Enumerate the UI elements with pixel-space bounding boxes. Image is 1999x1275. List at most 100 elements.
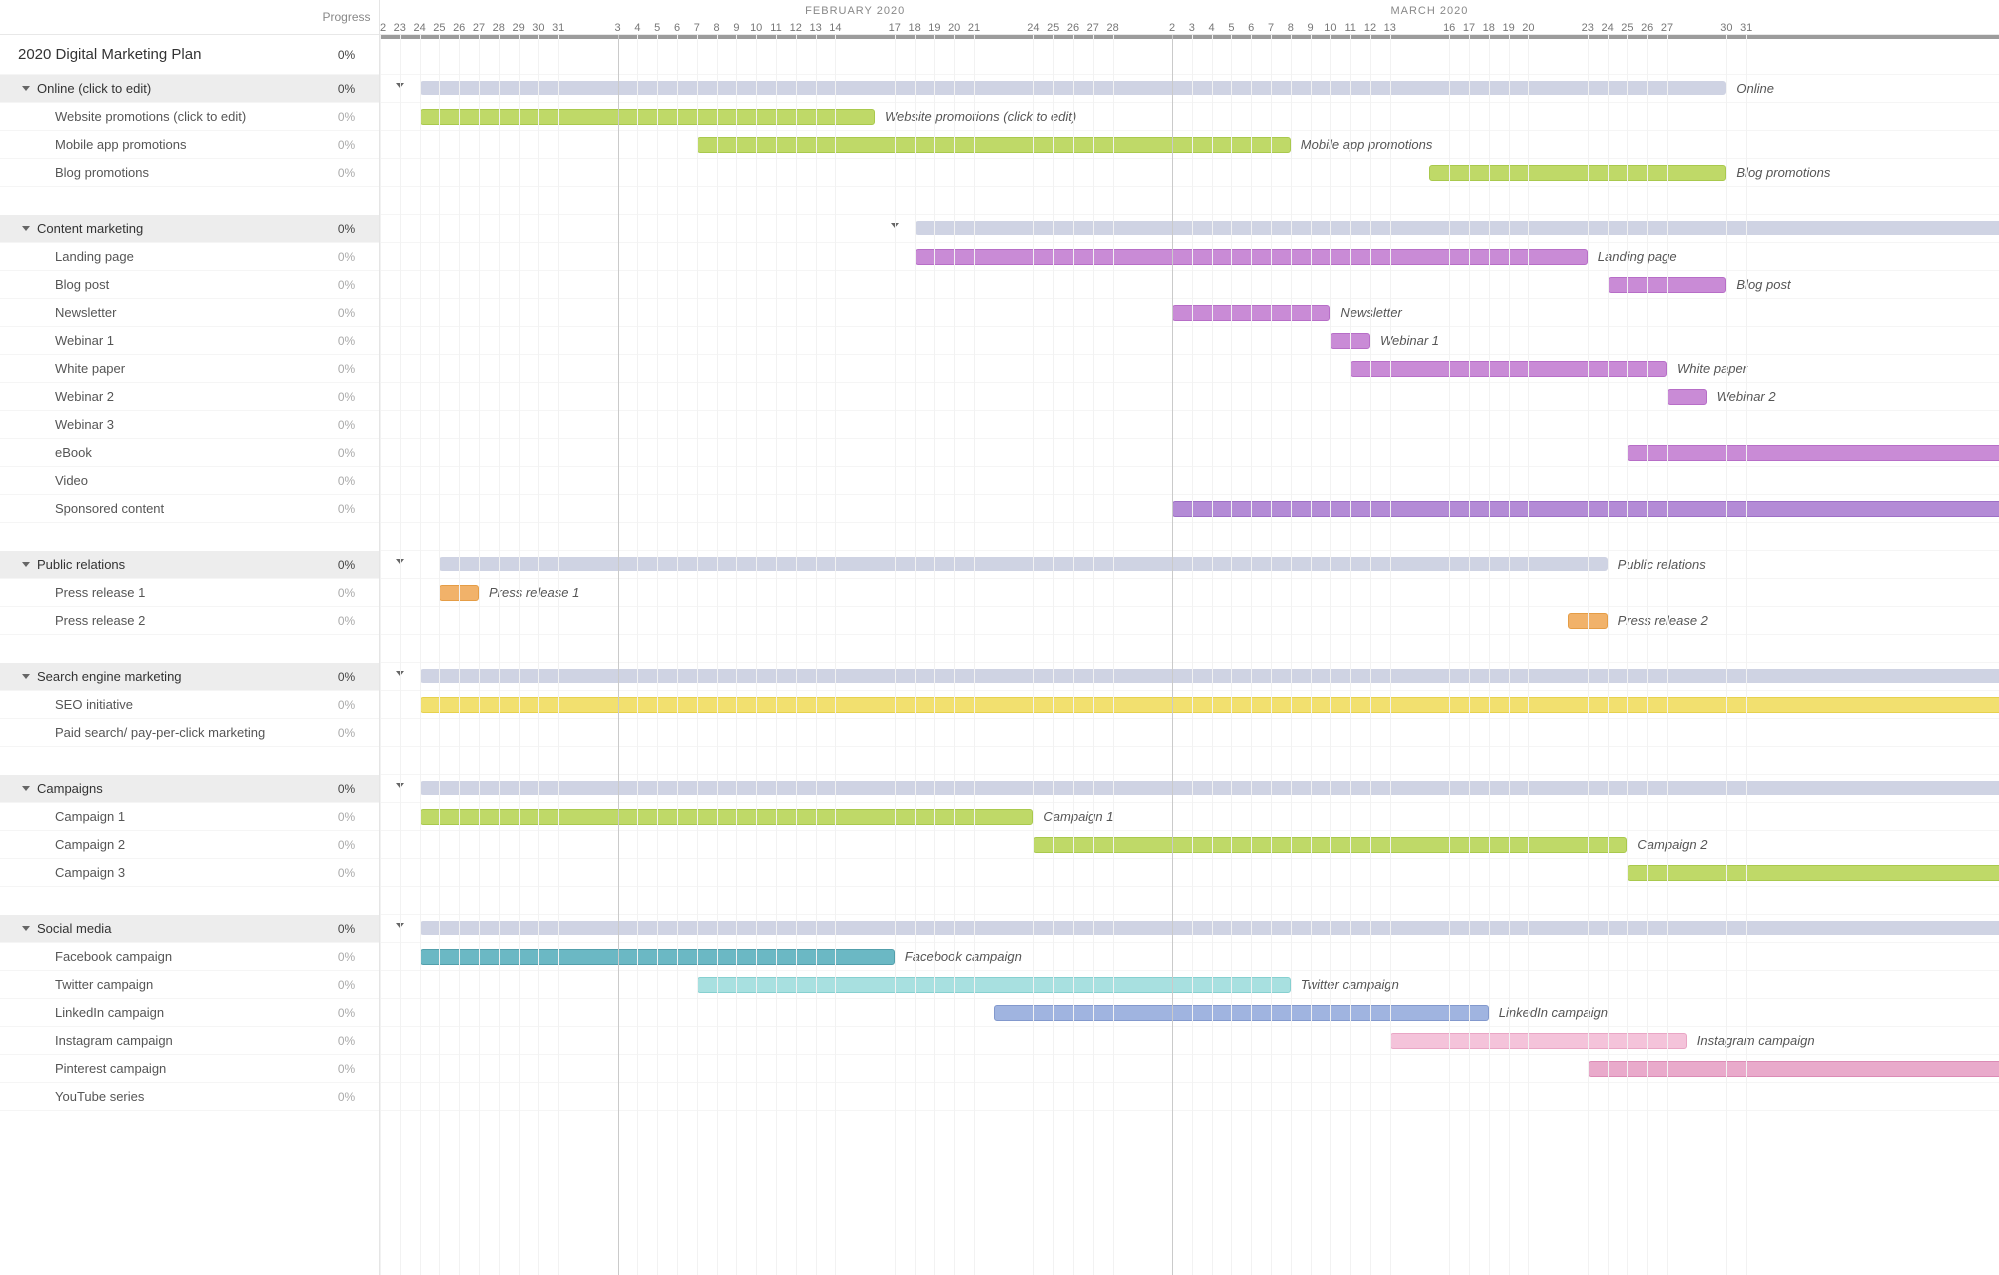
gantt-row[interactable]	[380, 523, 1999, 551]
gantt-row[interactable]: LinkedIn campaign	[380, 999, 1999, 1027]
task-row[interactable]: Paid search/ pay-per-click marketing0%	[0, 719, 379, 747]
chevron-down-icon[interactable]	[22, 226, 30, 231]
task-row[interactable]: Facebook campaign0%	[0, 943, 379, 971]
gantt-row[interactable]: Landing page	[380, 243, 1999, 271]
gantt-row[interactable]	[380, 775, 1999, 803]
group-row[interactable]: Search engine marketing0%	[0, 663, 379, 691]
chevron-down-icon[interactable]	[22, 562, 30, 567]
chevron-down-icon[interactable]	[22, 926, 30, 931]
task-row[interactable]: Blog post0%	[0, 271, 379, 299]
gridline	[1291, 35, 1292, 1275]
gantt-row[interactable]: Blog promotions	[380, 159, 1999, 187]
gantt-row[interactable]	[380, 915, 1999, 943]
task-label: Video	[22, 473, 314, 488]
group-row[interactable]: Online (click to edit)0%	[0, 75, 379, 103]
task-row[interactable]: Instagram campaign0%	[0, 1027, 379, 1055]
gantt-row[interactable]	[380, 467, 1999, 495]
task-row[interactable]: Blog promotions0%	[0, 159, 379, 187]
gantt-row[interactable]	[380, 495, 1999, 523]
gantt-row[interactable]	[380, 691, 1999, 719]
task-bar[interactable]	[420, 109, 875, 125]
task-bar[interactable]	[1627, 865, 1999, 881]
gantt-row[interactable]: Instagram campaign	[380, 1027, 1999, 1055]
task-row[interactable]: Twitter campaign0%	[0, 971, 379, 999]
task-bar[interactable]	[1588, 1061, 1999, 1077]
chevron-down-icon[interactable]	[22, 86, 30, 91]
gridline	[1489, 35, 1490, 1275]
gantt-row[interactable]: Public relations	[380, 551, 1999, 579]
task-row[interactable]: YouTube series0%	[0, 1083, 379, 1111]
task-row[interactable]: Webinar 30%	[0, 411, 379, 439]
gantt-row[interactable]: Webinar 1	[380, 327, 1999, 355]
task-row[interactable]: LinkedIn campaign0%	[0, 999, 379, 1027]
group-row[interactable]: Content marketing0%	[0, 215, 379, 243]
gantt-row[interactable]: Press release 1	[380, 579, 1999, 607]
task-row[interactable]: Webinar 20%	[0, 383, 379, 411]
gantt-row[interactable]	[380, 215, 1999, 243]
task-row[interactable]: Sponsored content0%	[0, 495, 379, 523]
gantt-row[interactable]: Press release 2	[380, 607, 1999, 635]
gantt-row[interactable]	[380, 719, 1999, 747]
gantt-row[interactable]	[380, 663, 1999, 691]
gantt-row[interactable]: Online	[380, 75, 1999, 103]
gantt-row[interactable]	[380, 439, 1999, 467]
task-row[interactable]: SEO initiative0%	[0, 691, 379, 719]
task-bar[interactable]	[420, 809, 1034, 825]
task-row[interactable]: Campaign 20%	[0, 831, 379, 859]
task-row[interactable]: Website promotions (click to edit)0%	[0, 103, 379, 131]
task-row[interactable]: Press release 10%	[0, 579, 379, 607]
gantt-row[interactable]: Twitter campaign	[380, 971, 1999, 999]
group-progress: 0%	[314, 82, 379, 96]
gantt-row[interactable]	[380, 747, 1999, 775]
task-bar[interactable]	[1429, 165, 1726, 181]
group-label: Public relations	[37, 557, 314, 572]
task-row[interactable]: Mobile app promotions0%	[0, 131, 379, 159]
gantt-row[interactable]: Campaign 2	[380, 831, 1999, 859]
gantt-row[interactable]: Blog post	[380, 271, 1999, 299]
gantt-row[interactable]	[380, 1083, 1999, 1111]
task-bar[interactable]	[1172, 501, 1999, 517]
task-row[interactable]: Press release 20%	[0, 607, 379, 635]
task-row[interactable]: Video0%	[0, 467, 379, 495]
group-row[interactable]: Social media0%	[0, 915, 379, 943]
gantt-row[interactable]	[380, 887, 1999, 915]
group-row[interactable]: Public relations0%	[0, 551, 379, 579]
task-row[interactable]: Newsletter0%	[0, 299, 379, 327]
gantt-row[interactable]	[380, 1055, 1999, 1083]
gantt-row[interactable]	[380, 187, 1999, 215]
gridline	[835, 35, 836, 1275]
gantt-row[interactable]	[380, 635, 1999, 663]
gantt-row[interactable]	[380, 35, 1999, 75]
gantt-chart[interactable]: FEBRUARY 2020MARCH 202022232425262728293…	[380, 0, 1999, 1275]
gantt-row[interactable]	[380, 411, 1999, 439]
task-bar[interactable]	[697, 977, 1291, 993]
gantt-row[interactable]: Website promotions (click to edit)	[380, 103, 1999, 131]
gantt-row[interactable]	[380, 859, 1999, 887]
task-row[interactable]: Pinterest campaign0%	[0, 1055, 379, 1083]
summary-bar[interactable]	[439, 557, 1607, 571]
gantt-row[interactable]: Facebook campaign	[380, 943, 1999, 971]
chevron-down-icon[interactable]	[22, 786, 30, 791]
task-bar[interactable]	[1627, 445, 1999, 461]
group-row[interactable]: Campaigns0%	[0, 775, 379, 803]
task-row[interactable]: Campaign 10%	[0, 803, 379, 831]
task-bar[interactable]	[697, 137, 1291, 153]
task-bar[interactable]	[994, 1005, 1489, 1021]
chevron-down-icon[interactable]	[22, 674, 30, 679]
task-bar[interactable]	[1390, 1033, 1687, 1049]
task-bar[interactable]	[1667, 389, 1707, 405]
gantt-row[interactable]: White paper	[380, 355, 1999, 383]
gantt-row[interactable]: Newsletter	[380, 299, 1999, 327]
task-row[interactable]: Webinar 10%	[0, 327, 379, 355]
gantt-row[interactable]: Campaign 1	[380, 803, 1999, 831]
gantt-row[interactable]: Webinar 2	[380, 383, 1999, 411]
gantt-row[interactable]: Mobile app promotions	[380, 131, 1999, 159]
plan-title-row[interactable]: 2020 Digital Marketing Plan0%	[0, 35, 379, 75]
task-bar-label: Landing page	[1598, 249, 1677, 264]
task-row[interactable]: White paper0%	[0, 355, 379, 383]
task-row[interactable]: Campaign 30%	[0, 859, 379, 887]
summary-bar[interactable]	[915, 221, 1999, 235]
task-bar-label: Press release 1	[489, 585, 579, 600]
task-row[interactable]: eBook0%	[0, 439, 379, 467]
task-row[interactable]: Landing page0%	[0, 243, 379, 271]
